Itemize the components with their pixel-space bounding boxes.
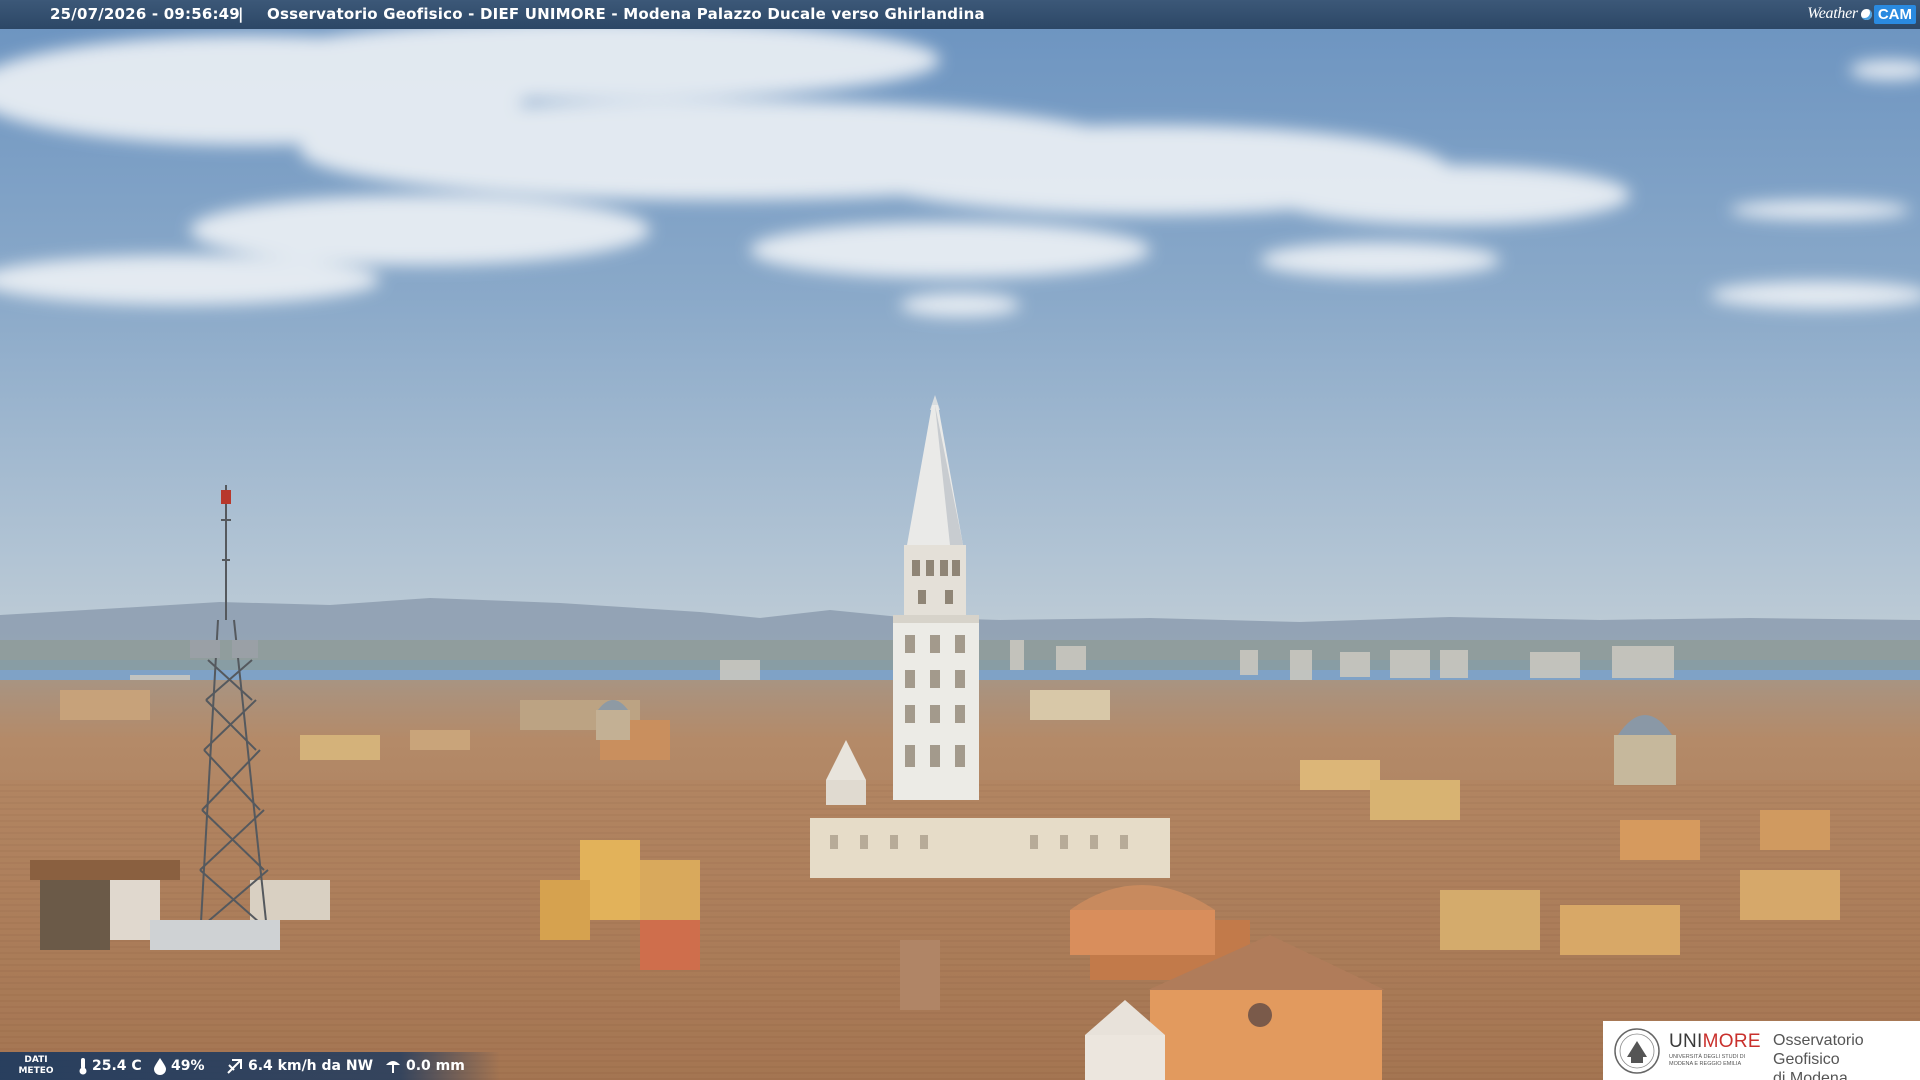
thermometer-icon — [79, 1058, 87, 1075]
temperature-value: 25.4 C — [92, 1058, 142, 1074]
observatory-name: Osservatorio Geofisico di Modena — [1773, 1032, 1864, 1080]
camera-title: Osservatorio Geofisico - DIEF UNIMORE - … — [267, 5, 985, 23]
weather-data-strip: DATI METEO 25.4 C 49% 6.4 km/h da NW 0.0 … — [0, 1052, 500, 1080]
wind-icon — [227, 1059, 242, 1074]
weathercam-globe-icon — [1860, 8, 1872, 20]
weathercam-weather-text: Weather — [1807, 5, 1858, 22]
rain-reading: 0.0 mm — [384, 1057, 465, 1075]
brand-more: MORE — [1702, 1031, 1761, 1052]
humidity-drop-icon — [154, 1058, 166, 1075]
weathercam-cam-text: CAM — [1873, 4, 1916, 24]
unimore-logo: UNIMORE UNIVERSITÀ DEGLI STUDI DI MODENA… — [1603, 1021, 1920, 1080]
rain-value: 0.0 mm — [406, 1058, 465, 1074]
university-name: UNIVERSITÀ DEGLI STUDI DI MODENA E REGGI… — [1669, 1054, 1746, 1067]
timestamp: 25/07/2026 - 09:56:49 — [50, 5, 240, 23]
rain-gauge-icon — [386, 1061, 400, 1073]
temperature-reading: 25.4 C — [78, 1057, 142, 1075]
humidity-value: 49% — [171, 1058, 205, 1074]
caption-separator: | — [238, 5, 244, 23]
unimore-wordmark: UNIMORE — [1669, 1031, 1761, 1053]
weathercam-logo: Weather CAM — [1807, 2, 1916, 26]
brand-uni: UNI — [1669, 1031, 1703, 1052]
webcam-frame: 25/07/2026 - 09:56:49 | Osservatorio Geo… — [0, 0, 1920, 1080]
weather-label: DATI METEO — [18, 1055, 54, 1076]
humidity-reading: 49% — [153, 1057, 205, 1075]
caption-bar: 25/07/2026 - 09:56:49 | Osservatorio Geo… — [0, 0, 1920, 29]
wind-value: 6.4 km/h da NW — [248, 1058, 374, 1074]
unimore-seal-icon — [1614, 1028, 1660, 1074]
city-panorama-image — [0, 0, 1920, 1080]
wind-reading: 6.4 km/h da NW — [226, 1057, 373, 1075]
